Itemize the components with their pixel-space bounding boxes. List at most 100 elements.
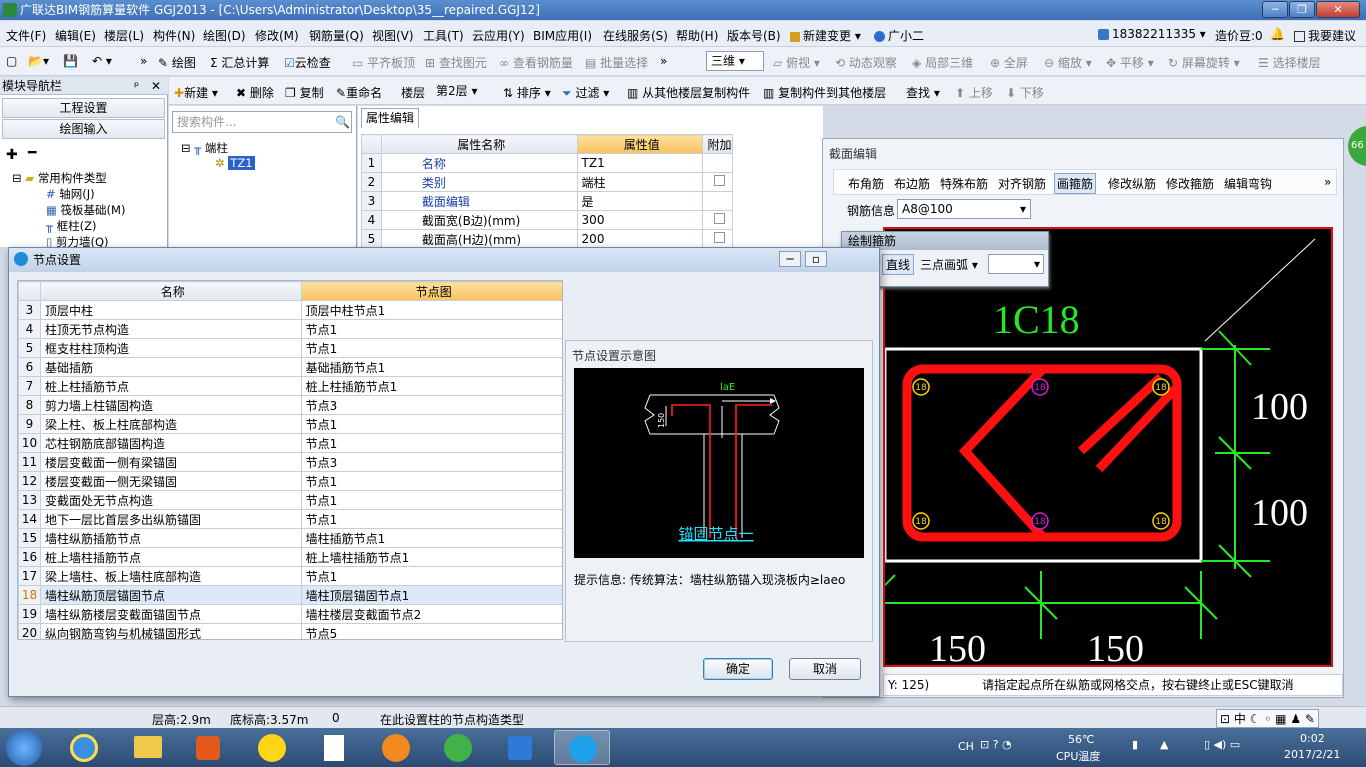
- node-value[interactable]: 节点5: [300, 623, 562, 639]
- node-value[interactable]: 墙柱顶层锚固节点1: [300, 585, 562, 605]
- cancel-button[interactable]: 取消: [789, 658, 861, 680]
- minimize-button[interactable]: ─: [1262, 1, 1288, 18]
- sort-button[interactable]: ⇅ 排序 ▾: [503, 84, 551, 101]
- node-value[interactable]: 桩上柱插筋节点1: [300, 376, 562, 396]
- full-screen-button[interactable]: ⊕ 全屏: [990, 54, 1028, 71]
- start-button[interactable]: [6, 730, 42, 766]
- filter-button[interactable]: ⏷ 过滤 ▾: [562, 84, 609, 101]
- table-row[interactable]: 18 墙柱纵筋顶层锚固节点 墙柱顶层锚固节点1: [18, 585, 562, 605]
- draw-button[interactable]: ✎ 绘图: [158, 54, 196, 71]
- menu-draw[interactable]: 绘图(D): [203, 27, 246, 44]
- menu-assistant[interactable]: 广小二: [874, 27, 924, 44]
- menu-help[interactable]: 帮助(H): [676, 27, 718, 44]
- pin-icon[interactable]: ᵖ: [134, 77, 139, 95]
- taskbar-media-icon[interactable]: [180, 730, 236, 765]
- new-component-button[interactable]: ✚新建 ▾: [174, 84, 218, 101]
- section-canvas[interactable]: 1C18 100 100 150 150 18 18 18 18 18 18: [883, 227, 1333, 667]
- open-file-icon[interactable]: 📂▾: [28, 54, 49, 68]
- prop-value[interactable]: 300: [576, 210, 703, 230]
- table-row[interactable]: 16 桩上墙柱插筋节点 桩上墙柱插筋节点1: [18, 547, 562, 567]
- tree-root-common[interactable]: ⊟ ▰ 常用构件类型: [12, 170, 107, 186]
- node-value[interactable]: 节点1: [300, 338, 562, 358]
- prop-extra-checkbox[interactable]: [701, 229, 734, 249]
- tool-special-bar[interactable]: 特殊布筋: [940, 175, 988, 192]
- table-row[interactable]: 10 芯柱钢筋底部锚固构造 节点1: [18, 433, 562, 453]
- user-account[interactable]: 18382211335 ▾: [1098, 27, 1206, 41]
- table-row[interactable]: 19 墙柱纵筋楼层变截面锚固节点 墙柱楼层变截面节点2: [18, 604, 562, 624]
- taskbar-word-icon[interactable]: [492, 730, 548, 765]
- taskbar-explorer-icon[interactable]: [120, 730, 176, 765]
- table-row[interactable]: 3 截面编辑是: [361, 191, 734, 211]
- move-down-button[interactable]: ⬇ 下移: [1006, 84, 1044, 101]
- prop-extra-checkbox[interactable]: [701, 210, 734, 230]
- menu-view[interactable]: 视图(V): [372, 27, 414, 44]
- prop-value[interactable]: TZ1: [576, 153, 703, 173]
- top-view-button[interactable]: ▱ 俯视 ▾: [773, 54, 820, 71]
- view3d-select[interactable]: 三维 ▾: [706, 51, 764, 71]
- expand-all-icon[interactable]: ✚: [6, 147, 18, 163]
- collapse-all-icon[interactable]: ━: [28, 145, 36, 161]
- table-row[interactable]: 3 顶层中柱 顶层中柱节点1: [18, 300, 562, 320]
- prop-value[interactable]: 端柱: [576, 172, 703, 192]
- menu-version[interactable]: 版本号(B): [727, 27, 781, 44]
- taskbar-document-icon[interactable]: [306, 730, 362, 765]
- select-floor-button[interactable]: ☰ 选择楼层: [1258, 54, 1321, 71]
- table-row[interactable]: 4 柱顶无节点构造 节点1: [18, 319, 562, 339]
- view-rebar-button[interactable]: ∞ 查看钢筋量: [499, 54, 573, 71]
- table-row[interactable]: 17 梁上墙柱、板上墙柱底部构造 节点1: [18, 566, 562, 586]
- node-value[interactable]: 节点1: [300, 566, 562, 586]
- dialog-maximize-button[interactable]: ▫: [805, 251, 827, 267]
- menu-file[interactable]: 文件(F): [6, 27, 46, 44]
- find-button[interactable]: 查找 ▾: [906, 84, 940, 101]
- taskbar-app-browser-icon[interactable]: [56, 730, 112, 765]
- copy-to-other-floor-button[interactable]: ▥ 复制构件到其他楼层: [763, 84, 886, 101]
- prop-value[interactable]: 200: [576, 229, 703, 249]
- draw-line-button[interactable]: 直线: [882, 254, 915, 275]
- menu-edit[interactable]: 编辑(E): [55, 27, 96, 44]
- pan-button[interactable]: ✥ 平移 ▾: [1106, 54, 1154, 71]
- menu-component[interactable]: 构件(N): [153, 27, 195, 44]
- table-row[interactable]: 6 基础插筋 基础插筋节点1: [18, 357, 562, 377]
- tray-lang[interactable]: CH: [958, 740, 974, 753]
- draw-input-button[interactable]: 绘图输入: [2, 119, 165, 139]
- restore-button[interactable]: ❐: [1289, 1, 1315, 18]
- overflow-chevron-icon-2[interactable]: »: [660, 54, 667, 68]
- node-value[interactable]: 节点1: [300, 509, 562, 529]
- rebar-info-select[interactable]: A8@100 ▾: [897, 199, 1031, 219]
- flat-roof-button[interactable]: ▭ 平齐板顶: [352, 54, 415, 71]
- tray-icons[interactable]: ⊡ ? ◔: [980, 738, 1012, 751]
- taskbar-music-icon[interactable]: [244, 730, 300, 765]
- ok-button[interactable]: 确定: [703, 658, 773, 680]
- local3d-button[interactable]: ◈ 局部三维: [912, 54, 973, 71]
- component-search-input[interactable]: 搜索构件...: [172, 111, 352, 133]
- table-row[interactable]: 14 地下一层比首层多出纵筋锚固 节点1: [18, 509, 562, 529]
- clock-time[interactable]: 0:02: [1300, 732, 1325, 745]
- tool-modify-stirrup[interactable]: 修改箍筋: [1166, 175, 1214, 192]
- dialog-minimize-button[interactable]: ─: [779, 251, 801, 267]
- table-row[interactable]: 8 剪力墙上柱锚固构造 节点3: [18, 395, 562, 415]
- battery-icon[interactable]: ▮: [1132, 738, 1138, 751]
- node-value[interactable]: 节点1: [300, 414, 562, 434]
- rotate-button[interactable]: ↻ 屏幕旋转 ▾: [1168, 54, 1240, 71]
- node-value[interactable]: 基础插筋节点1: [300, 357, 562, 377]
- tool-edit-hook[interactable]: 编辑弯钩: [1224, 175, 1272, 192]
- search-icon[interactable]: 🔍: [335, 115, 350, 129]
- menu-bim[interactable]: BIM应用(I): [533, 27, 592, 44]
- tool-edge-bar[interactable]: 布边筋: [894, 175, 930, 192]
- tray-system-icons[interactable]: ▯ ◀) ▭: [1204, 738, 1240, 751]
- overflow-chevron-icon[interactable]: »: [140, 54, 147, 68]
- table-row[interactable]: 15 墙柱纵筋插筋节点 墙柱插筋节点1: [18, 528, 562, 548]
- table-row[interactable]: 20 纵向钢筋弯钩与机械锚固形式 节点5: [18, 623, 562, 639]
- tree-item-frame-column[interactable]: ╥ 框柱(Z): [46, 218, 96, 234]
- speed-badge[interactable]: 66: [1348, 126, 1366, 166]
- table-row[interactable]: 11 楼层变截面一侧有梁锚固 节点3: [18, 452, 562, 472]
- table-row[interactable]: 12 楼层变截面一侧无梁锚固 节点1: [18, 471, 562, 491]
- node-value[interactable]: 顶层中柱节点1: [300, 300, 562, 320]
- table-row[interactable]: 7 桩上柱插筋节点 桩上柱插筋节点1: [18, 376, 562, 396]
- prop-value[interactable]: 是: [576, 191, 703, 211]
- nav-close-icon[interactable]: ✕: [151, 77, 161, 95]
- draw-option-select[interactable]: ▾: [988, 254, 1044, 274]
- move-up-button[interactable]: ⬆ 上移: [955, 84, 993, 101]
- find-element-button[interactable]: ⊞ 查找图元: [425, 54, 487, 71]
- node-value[interactable]: 节点1: [300, 319, 562, 339]
